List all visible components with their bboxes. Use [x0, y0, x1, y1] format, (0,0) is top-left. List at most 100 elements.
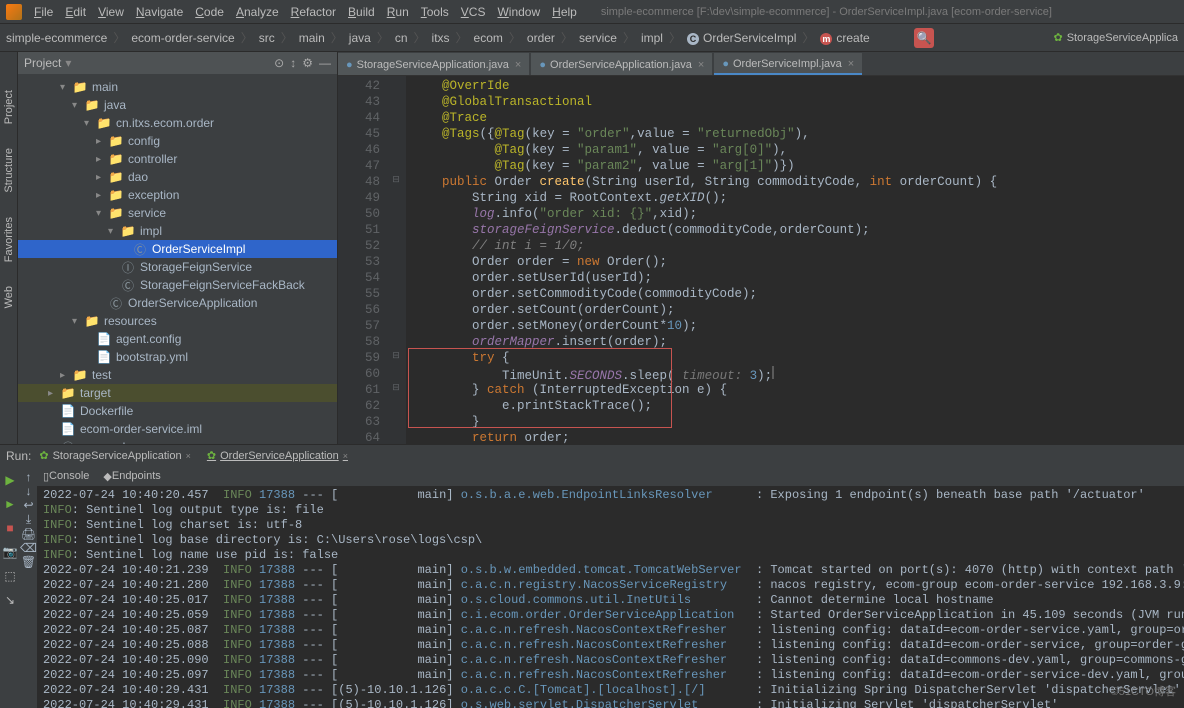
project-header-title: Project [24, 56, 61, 70]
menu-view[interactable]: View [92, 5, 130, 19]
tree-node[interactable]: ▾📁resources [18, 312, 337, 330]
console-tab-console[interactable]: ▯ Console [43, 470, 89, 483]
menu-window[interactable]: Window [491, 5, 546, 19]
tree-node[interactable]: ⒸOrderServiceApplication [18, 294, 337, 312]
breadcrumb-item[interactable]: order [525, 31, 557, 45]
tree-node[interactable]: ▸📁exception [18, 186, 337, 204]
rail-tab-structure[interactable]: Structure [1, 140, 17, 201]
run-tab[interactable]: ✿StorageServiceApplication× [39, 449, 191, 462]
tree-node[interactable]: ▸📁target [18, 384, 337, 402]
clear-icon[interactable]: ⌫ [20, 541, 37, 555]
run-tool-window: ▶ ► ■ 📷 ⬚ ↘ ↑ ↓ ↩ ⤓ 🖨 ⌫ 🗑 ▯ Console ◆ En… [0, 466, 1184, 708]
close-run-icon[interactable]: × [343, 451, 348, 461]
editor-tabs: ●StorageServiceApplication.java×●OrderSe… [338, 52, 1184, 76]
tree-node[interactable]: ⒸOrderServiceImpl [18, 240, 337, 258]
camera-icon[interactable]: 📷 [0, 542, 20, 562]
run-icon[interactable]: ► [0, 494, 20, 514]
tree-node[interactable]: ▾📁cn.itxs.ecom.order [18, 114, 337, 132]
rail-tab-project[interactable]: Project [1, 82, 17, 132]
menu-run[interactable]: Run [381, 5, 415, 19]
tree-node[interactable]: 📄Dockerfile [18, 402, 337, 420]
rail-tab-favorites[interactable]: Favorites [1, 209, 17, 270]
console-line: 2022-07-24 10:40:25.088 INFO 17388 --- [… [43, 638, 1184, 653]
breadcrumb-sep: 〉 [619, 29, 639, 46]
tree-node[interactable]: ▸📁controller [18, 150, 337, 168]
close-tab-icon[interactable]: × [848, 58, 854, 70]
expand-all-icon[interactable]: ↕ [290, 56, 296, 70]
rerun-icon[interactable]: ▶ [0, 470, 20, 490]
menu-tools[interactable]: Tools [415, 5, 455, 19]
console-wrapper: ▯ Console ◆ Endpoints 2022-07-24 10:40:2… [37, 466, 1184, 708]
breadcrumb-item[interactable]: ecom [472, 31, 505, 45]
tree-node[interactable]: ⒾStorageFeignService [18, 258, 337, 276]
breadcrumb-item[interactable]: ecom-order-service [129, 31, 236, 45]
code-area[interactable]: @OverrIde @GlobalTransactional @Trace @T… [406, 76, 1184, 444]
breadcrumb-item[interactable]: cn [393, 31, 410, 45]
console-output[interactable]: 2022-07-24 10:40:20.457 INFO 17388 --- [… [37, 486, 1184, 708]
breadcrumb-item[interactable]: java [347, 31, 373, 45]
editor-tab[interactable]: ●StorageServiceApplication.java× [338, 53, 529, 75]
breadcrumb-item[interactable]: COrderServiceImpl [685, 31, 798, 45]
stop-icon[interactable]: ■ [0, 518, 20, 538]
run-tab[interactable]: ✿OrderServiceApplication× [207, 449, 348, 462]
tree-node[interactable]: ▾📁impl [18, 222, 337, 240]
tree-node[interactable]: 📄bootstrap.yml [18, 348, 337, 366]
right-nav-link[interactable]: ✿ StorageServiceApplica [1053, 31, 1178, 44]
exit-icon[interactable]: ↘ [0, 590, 20, 610]
close-tab-icon[interactable]: × [698, 59, 704, 71]
gear-icon[interactable]: ⚙ [302, 56, 313, 70]
tree-node[interactable]: ▾📁service [18, 204, 337, 222]
console-tab-endpoints[interactable]: ◆ Endpoints [103, 470, 160, 483]
tree-node[interactable]: ⒸStorageFeignServiceFackBack [18, 276, 337, 294]
breadcrumb-item[interactable]: main [297, 31, 327, 45]
breadcrumb-item[interactable]: service [577, 31, 619, 45]
breadcrumb-item[interactable]: src [257, 31, 277, 45]
breadcrumb-item[interactable]: itxs [430, 31, 452, 45]
down-icon[interactable]: ↓ [25, 484, 31, 498]
tree-node[interactable]: 📄ecom-order-service.iml [18, 420, 337, 438]
breadcrumb-item[interactable]: impl [639, 31, 665, 45]
tree-node[interactable]: Ⓜpom.xml [18, 438, 337, 444]
trash-icon[interactable]: 🗑 [21, 555, 36, 569]
console-line: 2022-07-24 10:40:21.280 INFO 17388 --- [… [43, 578, 1184, 593]
tree-node[interactable]: ▸📁dao [18, 168, 337, 186]
close-tab-icon[interactable]: × [515, 59, 521, 71]
menu-build[interactable]: Build [342, 5, 381, 19]
tree-node[interactable]: ▸📁config [18, 132, 337, 150]
left-tool-rail: Project Structure Favorites Web [0, 52, 18, 444]
tree-node[interactable]: ▸📁test [18, 366, 337, 384]
menu-analyze[interactable]: Analyze [230, 5, 285, 19]
console-line: 2022-07-24 10:40:29.431 INFO 17388 --- [… [43, 698, 1184, 708]
menu-file[interactable]: File [28, 5, 59, 19]
wrap-icon[interactable]: ↩ [23, 498, 33, 512]
menu-edit[interactable]: Edit [59, 5, 92, 19]
menu-refactor[interactable]: Refactor [285, 5, 342, 19]
console-line: INFO: Sentinel log output type is: file [43, 503, 1184, 518]
menu-help[interactable]: Help [546, 5, 583, 19]
tree-node[interactable]: ▾📁java [18, 96, 337, 114]
breadcrumb-sep: 〉 [237, 29, 257, 46]
editor-tab[interactable]: ●OrderServiceApplication.java× [531, 53, 712, 75]
breadcrumb-item[interactable]: simple-ecommerce [4, 31, 109, 45]
print-icon[interactable]: 🖨 [21, 527, 36, 541]
menu-navigate[interactable]: Navigate [130, 5, 189, 19]
breadcrumb-sep: 〉 [452, 29, 472, 46]
console-line: 2022-07-24 10:40:25.059 INFO 17388 --- [… [43, 608, 1184, 623]
console-line: INFO: Sentinel log base directory is: C:… [43, 533, 1184, 548]
up-icon[interactable]: ↑ [25, 470, 31, 484]
menu-code[interactable]: Code [189, 5, 230, 19]
close-run-icon[interactable]: × [186, 451, 191, 461]
search-button[interactable]: 🔍 [914, 28, 934, 48]
tree-node[interactable]: ▾📁main [18, 78, 337, 96]
scroll-icon[interactable]: ⤓ [26, 512, 31, 527]
layout-icon[interactable]: ⬚ [0, 566, 20, 586]
hide-icon[interactable]: — [319, 56, 331, 70]
rail-tab-web[interactable]: Web [1, 278, 17, 316]
breadcrumb-item[interactable]: mcreate [818, 31, 871, 45]
locate-icon[interactable]: ⊙ [274, 56, 284, 70]
project-tree[interactable]: ▾📁main▾📁java▾📁cn.itxs.ecom.order▸📁config… [18, 74, 337, 444]
editor-tab[interactable]: ●OrderServiceImpl.java× [714, 53, 862, 75]
menu-vcs[interactable]: VCS [455, 5, 492, 19]
code-editor[interactable]: 4243444546474849505152535455565758596061… [338, 76, 1184, 444]
tree-node[interactable]: 📄agent.config [18, 330, 337, 348]
